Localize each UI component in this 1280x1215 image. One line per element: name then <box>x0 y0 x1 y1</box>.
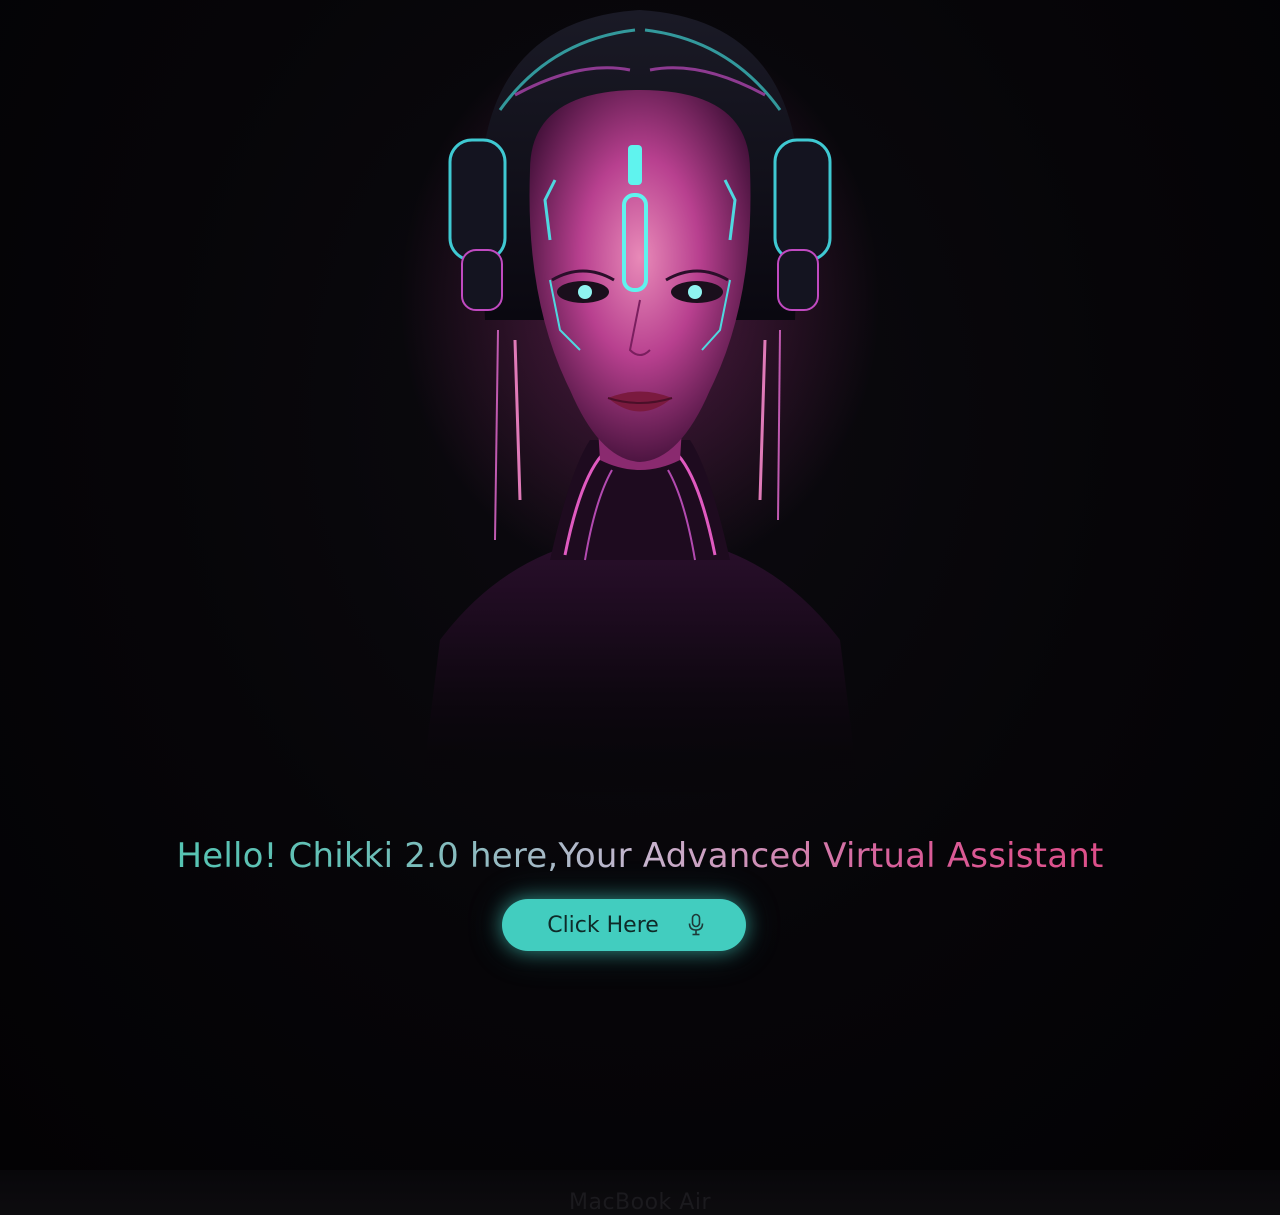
assistant-avatar-image <box>400 10 880 800</box>
app-screen: Hello! Chikki 2.0 here,Your Advanced Vir… <box>0 0 1280 1170</box>
microphone-icon <box>688 913 704 936</box>
greeting-headline: Hello! Chikki 2.0 here,Your Advanced Vir… <box>0 836 1280 876</box>
click-here-button[interactable]: Click Here <box>502 899 746 951</box>
click-here-button-label: Click Here <box>547 912 659 938</box>
device-model-label: MacBook Air <box>568 1190 711 1215</box>
